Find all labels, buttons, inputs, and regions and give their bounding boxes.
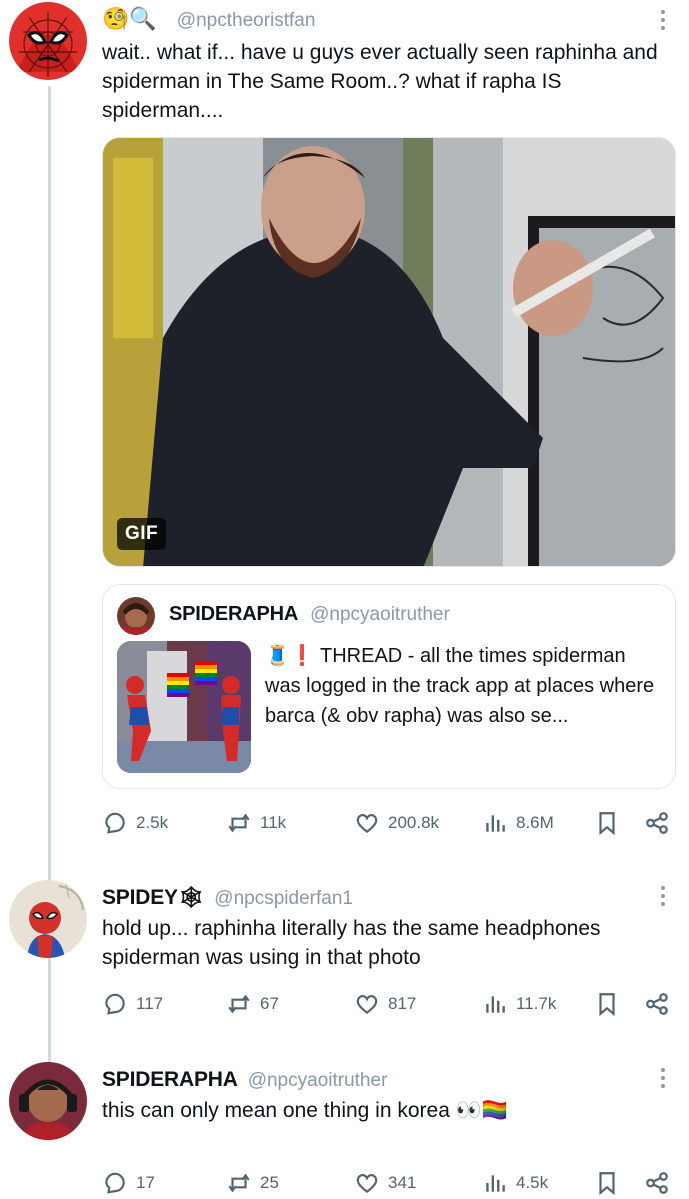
bookmark-button[interactable] <box>594 810 620 836</box>
action-bar: 17 25 341 4.5k <box>102 1170 677 1199</box>
views-button[interactable]: 8.6M <box>482 810 554 836</box>
share-icon <box>646 993 668 1015</box>
quote-display-name[interactable]: SPIDERAPHA <box>169 603 298 626</box>
bookmark-button[interactable] <box>594 1170 620 1196</box>
bookmark-icon <box>599 993 615 1017</box>
repost-count: 25 <box>260 1173 279 1192</box>
view-count: 4.5k <box>516 1173 549 1192</box>
emoji-prefix: 🧐🔍 <box>102 6 157 31</box>
reply-button[interactable]: 2.5k <box>102 810 168 836</box>
quote-handle[interactable]: @npcyaoitruther <box>310 604 450 626</box>
repost-button[interactable]: 25 <box>226 1170 279 1196</box>
like-count: 341 <box>388 1173 417 1192</box>
user-handle[interactable]: @npcyaoitruther <box>248 1070 388 1092</box>
speech-bubble-icon <box>105 812 125 834</box>
like-button[interactable]: 200.8k <box>354 810 439 836</box>
more-options-icon[interactable] <box>659 1068 667 1088</box>
tweet-main[interactable]: 🧐🔍 @npctheoristfan wait.. what if... hav… <box>0 2 689 872</box>
reply-count: 2.5k <box>136 813 169 832</box>
repost-arrows-icon <box>228 813 250 833</box>
share-button[interactable] <box>644 810 670 836</box>
share-icon <box>646 812 668 834</box>
heart-icon <box>356 814 378 834</box>
user-handle[interactable]: @npctheoristfan <box>177 10 316 32</box>
user-handle[interactable]: @npcspiderfan1 <box>214 888 353 910</box>
reply-tweet[interactable]: SPIDERAPHA @npcyaoitruther this can only… <box>0 1062 689 1199</box>
like-button[interactable]: 817 <box>354 991 416 1017</box>
reply-count: 17 <box>136 1173 155 1192</box>
heart-icon <box>356 995 378 1015</box>
action-bar: 117 67 817 11.7k <box>102 991 677 1021</box>
quote-thumbnail[interactable] <box>117 641 251 773</box>
speech-bubble-icon <box>105 993 125 1015</box>
gif-badge: GIF <box>117 518 167 550</box>
quote-text: 🧵❗ THREAD - all the times spiderman was … <box>265 645 655 727</box>
reply-tweet[interactable]: SPIDEY🕸 @npcspiderfan1 hold up... raphin… <box>0 880 689 1040</box>
gif-media[interactable]: GIF <box>102 137 676 567</box>
speech-bubble-icon <box>105 1172 125 1194</box>
reply-count: 117 <box>136 994 164 1013</box>
quote-avatar[interactable] <box>117 597 155 635</box>
reply-button[interactable]: 17 <box>102 1170 155 1196</box>
repost-count: 11k <box>260 813 287 832</box>
repost-arrows-icon <box>228 994 250 1014</box>
repost-arrows-icon <box>228 1173 250 1193</box>
view-count: 8.6M <box>516 813 554 832</box>
share-button[interactable] <box>644 1170 670 1196</box>
avatar[interactable] <box>9 1062 87 1140</box>
repost-button[interactable]: 11k <box>226 810 286 836</box>
bar-chart-icon <box>486 996 505 1013</box>
more-options-icon[interactable] <box>659 10 667 30</box>
tweet-text: wait.. what if... have u guys ever actua… <box>102 41 658 122</box>
tweet-text: this can only mean one thing in korea 👀🏳… <box>102 1099 509 1122</box>
avatar[interactable] <box>9 2 87 80</box>
views-button[interactable]: 11.7k <box>482 991 556 1017</box>
share-icon <box>646 1172 668 1194</box>
view-count: 11.7k <box>516 994 557 1013</box>
tweet-text: hold up... raphinha literally has the sa… <box>102 917 601 969</box>
repost-button[interactable]: 67 <box>226 991 279 1017</box>
quoted-tweet[interactable]: SPIDERAPHA @npcyaoitruther 🧵❗ THREAD - a… <box>102 584 676 789</box>
like-count: 817 <box>388 994 417 1013</box>
display-name[interactable]: SPIDERAPHA <box>102 1068 238 1092</box>
heart-icon <box>356 1174 378 1194</box>
bookmark-button[interactable] <box>594 991 620 1017</box>
action-bar: 2.5k 11k 200.8k 8.6M <box>102 810 677 840</box>
like-count: 200.8k <box>388 813 440 832</box>
avatar[interactable] <box>9 880 87 958</box>
views-button[interactable]: 4.5k <box>482 1170 548 1196</box>
reply-button[interactable]: 117 <box>102 991 163 1017</box>
gif-frame-image <box>103 138 675 566</box>
bar-chart-icon <box>486 1175 505 1192</box>
display-name[interactable]: SPIDEY🕸 <box>102 886 204 910</box>
more-options-icon[interactable] <box>659 886 667 906</box>
bar-chart-icon <box>486 815 505 832</box>
like-button[interactable]: 341 <box>354 1170 416 1196</box>
share-button[interactable] <box>644 991 670 1017</box>
repost-count: 67 <box>260 994 279 1013</box>
bookmark-icon <box>599 1172 615 1196</box>
bookmark-icon <box>599 812 615 836</box>
